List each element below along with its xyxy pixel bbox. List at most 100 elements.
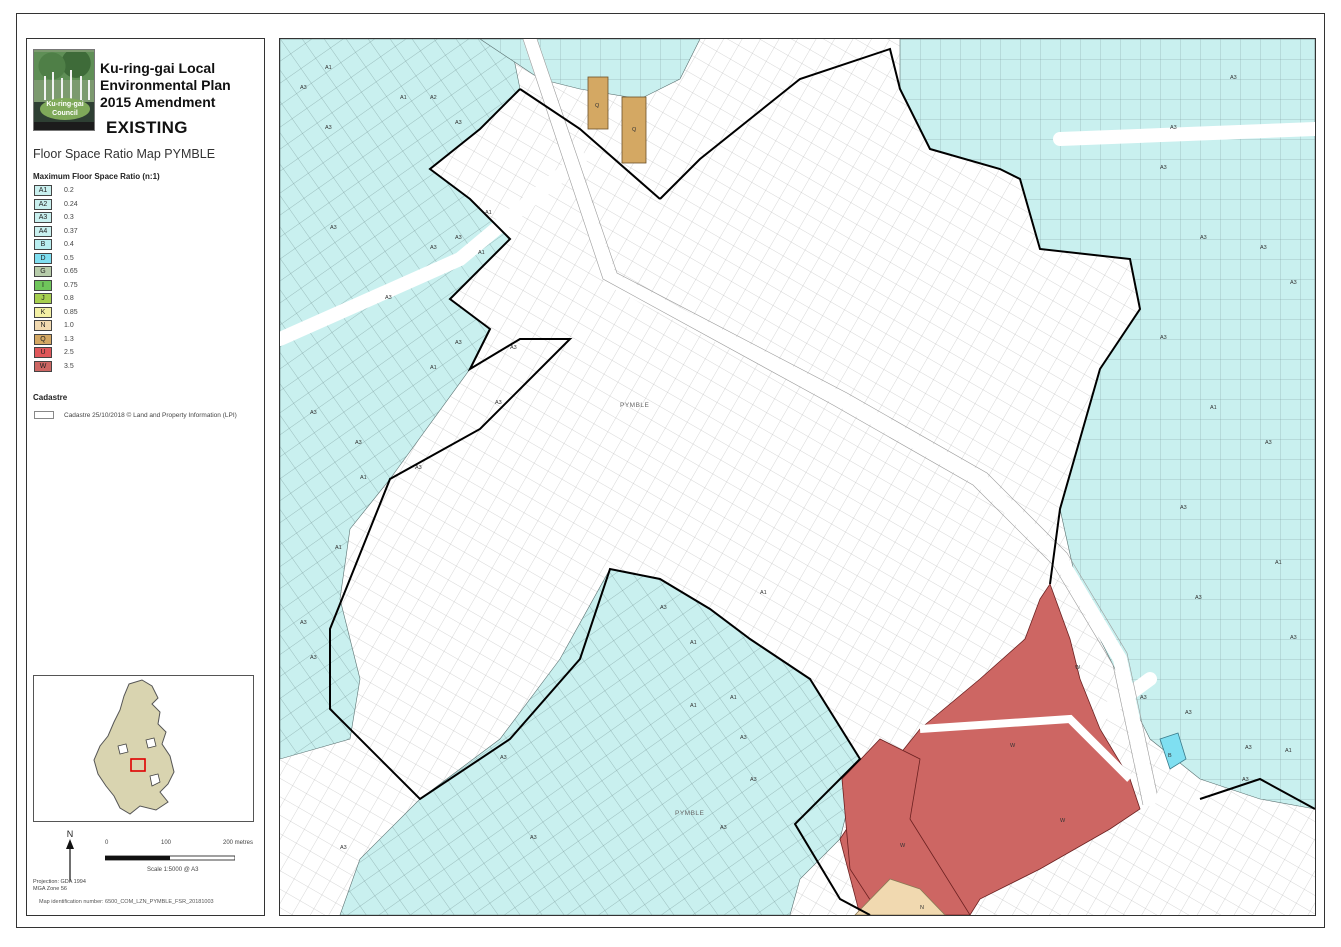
legend-swatch: A1 [34, 185, 52, 197]
legend-value: 0.2 [64, 187, 74, 195]
zone-label: A3 [1260, 245, 1267, 251]
zone-label: W [1010, 743, 1016, 749]
cadastre-label: Cadastre 25/10/2018 © Land and Property … [64, 411, 237, 419]
zone-label: A3 [340, 845, 347, 851]
zone-label: A1 [690, 703, 697, 709]
plan-title-line-2: Environmental Plan [100, 77, 231, 93]
legend-value: 0.5 [64, 254, 74, 262]
legend-item-g: G 0.65 [34, 265, 254, 279]
legend-item-a2: A2 0.24 [34, 198, 254, 212]
main-map[interactable]: A1 A3 A3 A1 A2 A3 A1 A3 A3 A1 A3 A3 A3 A3 A1 A3 A3 A3 A1 A3… [279, 38, 1316, 916]
legend-item-b: B 0.4 [34, 238, 254, 252]
legend-item-k: K 0.85 [34, 306, 254, 320]
cadastre-heading: Cadastre [33, 393, 68, 402]
zone-label: A3 [1160, 165, 1167, 171]
place-label-2: PYMBLE [675, 810, 705, 817]
zone-label: A3 [300, 85, 307, 91]
zone-label: A1 [485, 210, 492, 216]
legend-value: 2.5 [64, 349, 74, 357]
plan-title-line-1: Ku-ring-gai Local [100, 60, 216, 76]
zone-label: A3 [1200, 235, 1207, 241]
legend-swatch: G [34, 266, 52, 278]
zone-label: A1 [325, 65, 332, 71]
zone-label: A3 [1195, 595, 1202, 601]
projection-line-1: Projection: GDA 1994 [33, 879, 86, 885]
legend-value: 0.24 [64, 200, 78, 208]
legend-item-d: D 0.5 [34, 252, 254, 266]
zone-label: A1 [360, 475, 367, 481]
zone-label: A3 [1290, 635, 1297, 641]
legend-item-a1: A1 0.2 [34, 184, 254, 198]
council-logo-text: Ku-ring-gai Council [40, 98, 90, 120]
legend-item-j: J 0.8 [34, 292, 254, 306]
legend-panel: Ku-ring-gai Council Ku-ring-gai Local En… [26, 38, 265, 916]
zone-label: A1 [690, 640, 697, 646]
zone-label: A1 [478, 250, 485, 256]
legend-item-a4: A4 0.37 [34, 225, 254, 239]
legend-item-u: U 2.5 [34, 346, 254, 360]
zone-label: A1 [400, 95, 407, 101]
zone-label: A3 [325, 125, 332, 131]
north-arrow: N [65, 829, 75, 886]
zone-label: A1 [730, 695, 737, 701]
zone-label: W [900, 843, 906, 849]
projection-text: Projection: GDA 1994 MGA Zone 56 [33, 879, 86, 893]
zone-label: A1 [1285, 748, 1292, 754]
scale-tick-0: 0 [105, 840, 109, 846]
zone-label: Q [632, 127, 637, 133]
zone-label: N [920, 905, 924, 911]
legend-value: 1.3 [64, 335, 74, 343]
zone-label: B [1168, 753, 1172, 759]
north-label: N [66, 829, 74, 839]
zone-label: A3 [300, 620, 307, 626]
legend-value: 0.65 [64, 268, 78, 276]
zone-label: A3 [500, 755, 507, 761]
scale-bar: 0 100 200 metres [104, 840, 253, 867]
zone-label: A3 [510, 345, 517, 351]
zone-label: A3 [455, 235, 462, 241]
legend-swatch: I [34, 279, 52, 291]
locator-lga-shape [93, 679, 175, 815]
zone-label: A3 [455, 120, 462, 126]
legend-swatch: D [34, 252, 52, 264]
legend-item-i: I 0.75 [34, 279, 254, 293]
legend-heading: Maximum Floor Space Ratio (n:1) [33, 172, 160, 181]
zone-label: A3 [310, 655, 317, 661]
legend-value: 0.4 [64, 241, 74, 249]
zone-label: A3 [1140, 695, 1147, 701]
zone-label: A1 [1210, 405, 1217, 411]
legend-swatch: Q [34, 333, 52, 345]
legend-value: 0.3 [64, 214, 74, 222]
zone-label: A3 [660, 605, 667, 611]
legend-item-q: Q 1.3 [34, 333, 254, 347]
legend-swatch: A4 [34, 225, 52, 237]
plan-status: EXISTING [106, 118, 188, 137]
scale-tick-200: 200 metres [223, 840, 254, 846]
zone-label: A3 [415, 465, 422, 471]
legend-value: 3.5 [64, 362, 74, 370]
scale-tick-100: 100 [161, 840, 172, 846]
legend-item-w: W 3.5 [34, 360, 254, 374]
plan-title: Ku-ring-gai Local Environmental Plan 201… [100, 60, 231, 111]
zone-label: A3 [495, 400, 502, 406]
legend-swatch: A2 [34, 198, 52, 210]
legend-value: 0.37 [64, 227, 78, 235]
zone-label: A3 [310, 410, 317, 416]
zone-label: A3 [1245, 745, 1252, 751]
locator-map [33, 675, 254, 822]
legend-swatch: J [34, 293, 52, 305]
scale-text: Scale 1:5000 @ A3 [147, 867, 199, 873]
zone-label: A3 [355, 440, 362, 446]
zone-label: A3 [1180, 505, 1187, 511]
map-id: Map identification number: 6500_COM_LZN_… [39, 899, 214, 905]
cadastre-legend-row: Cadastre 25/10/2018 © Land and Property … [34, 411, 237, 419]
legend-item-n: N 1.0 [34, 319, 254, 333]
legend-swatch: B [34, 239, 52, 251]
zone-label: A3 [430, 245, 437, 251]
legend-items: A1 0.2 A2 0.24 A3 0.3 A4 0.37 B 0.4 D 0.5 G 0.65 I 0.75… [34, 184, 254, 373]
legend-swatch: W [34, 360, 52, 372]
zone-label: A3 [750, 777, 757, 783]
legend-value: 1.0 [64, 322, 74, 330]
zone-label: A3 [530, 835, 537, 841]
map-name: Floor Space Ratio Map PYMBLE [33, 147, 216, 161]
